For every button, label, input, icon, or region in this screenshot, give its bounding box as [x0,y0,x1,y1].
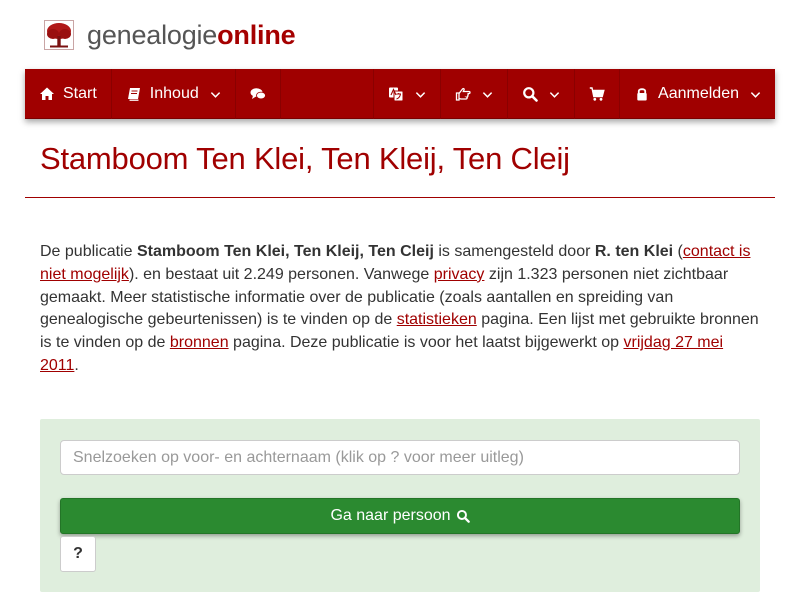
quick-search-panel: Ga naar persoon ? [40,419,760,592]
main-navbar: Start Inhoud Aanmelden [25,69,775,119]
intro-text: pagina. Deze publicatie is voor het laat… [228,334,624,352]
brand-name: genealogieonline [87,18,296,52]
author-name: R. ten Klei [594,243,674,260]
nav-inhoud-label: Inhoud [149,85,199,102]
book-icon [127,88,140,101]
nav-search[interactable] [508,69,576,119]
intro-text: is samengesteld door [433,243,595,260]
chevron-down-icon [210,91,220,98]
publication-intro: De publicatie Stamboom Ten Klei, Ten Kle… [40,241,765,378]
nav-login[interactable]: Aanmelden [620,69,775,119]
nav-language[interactable] [373,69,442,119]
hand-point-icon [455,87,471,101]
nav-actions[interactable] [441,69,509,119]
nav-forum[interactable] [236,69,281,119]
search-icon [523,87,538,102]
nav-start-label: Start [63,85,97,102]
go-to-person-label: Ga naar persoon [330,507,451,524]
tree-icon [44,20,74,50]
language-icon [389,87,404,102]
chevron-down-icon [750,91,761,98]
nav-login-label: Aanmelden [658,85,739,102]
intro-text: ( [673,243,683,260]
privacy-link[interactable]: privacy [434,266,485,283]
intro-text: . [74,356,79,374]
quick-search-input[interactable] [60,440,740,475]
chevron-down-icon [415,91,426,98]
nav-inhoud[interactable]: Inhoud [112,69,236,119]
brand-name-light: genealogie [87,20,218,50]
cart-icon [589,87,605,101]
go-to-person-button[interactable]: Ga naar persoon [60,498,740,534]
home-icon [40,87,54,100]
chevron-down-icon [549,91,560,98]
publication-name: Stamboom Ten Klei, Ten Kleij, Ten Cleij [136,243,434,260]
page-title: Stamboom Ten Klei, Ten Kleij, Ten Cleij [40,141,570,176]
search-help-button[interactable]: ? [60,536,96,572]
statistics-link[interactable]: statistieken [397,311,477,328]
lock-icon [637,88,647,101]
comments-icon [250,88,266,100]
nav-start[interactable]: Start [25,69,112,119]
sources-link[interactable]: bronnen [170,334,229,351]
nav-cart[interactable] [575,69,621,119]
intro-text: ). en bestaat uit 2.249 personen. Vanweg… [128,265,434,283]
intro-text: De publicatie [40,243,137,260]
search-icon [456,509,470,523]
brand-name-strong: online [217,20,296,50]
chevron-down-icon [482,91,493,98]
title-divider [25,197,775,198]
site-logo[interactable]: genealogieonline [44,18,296,52]
